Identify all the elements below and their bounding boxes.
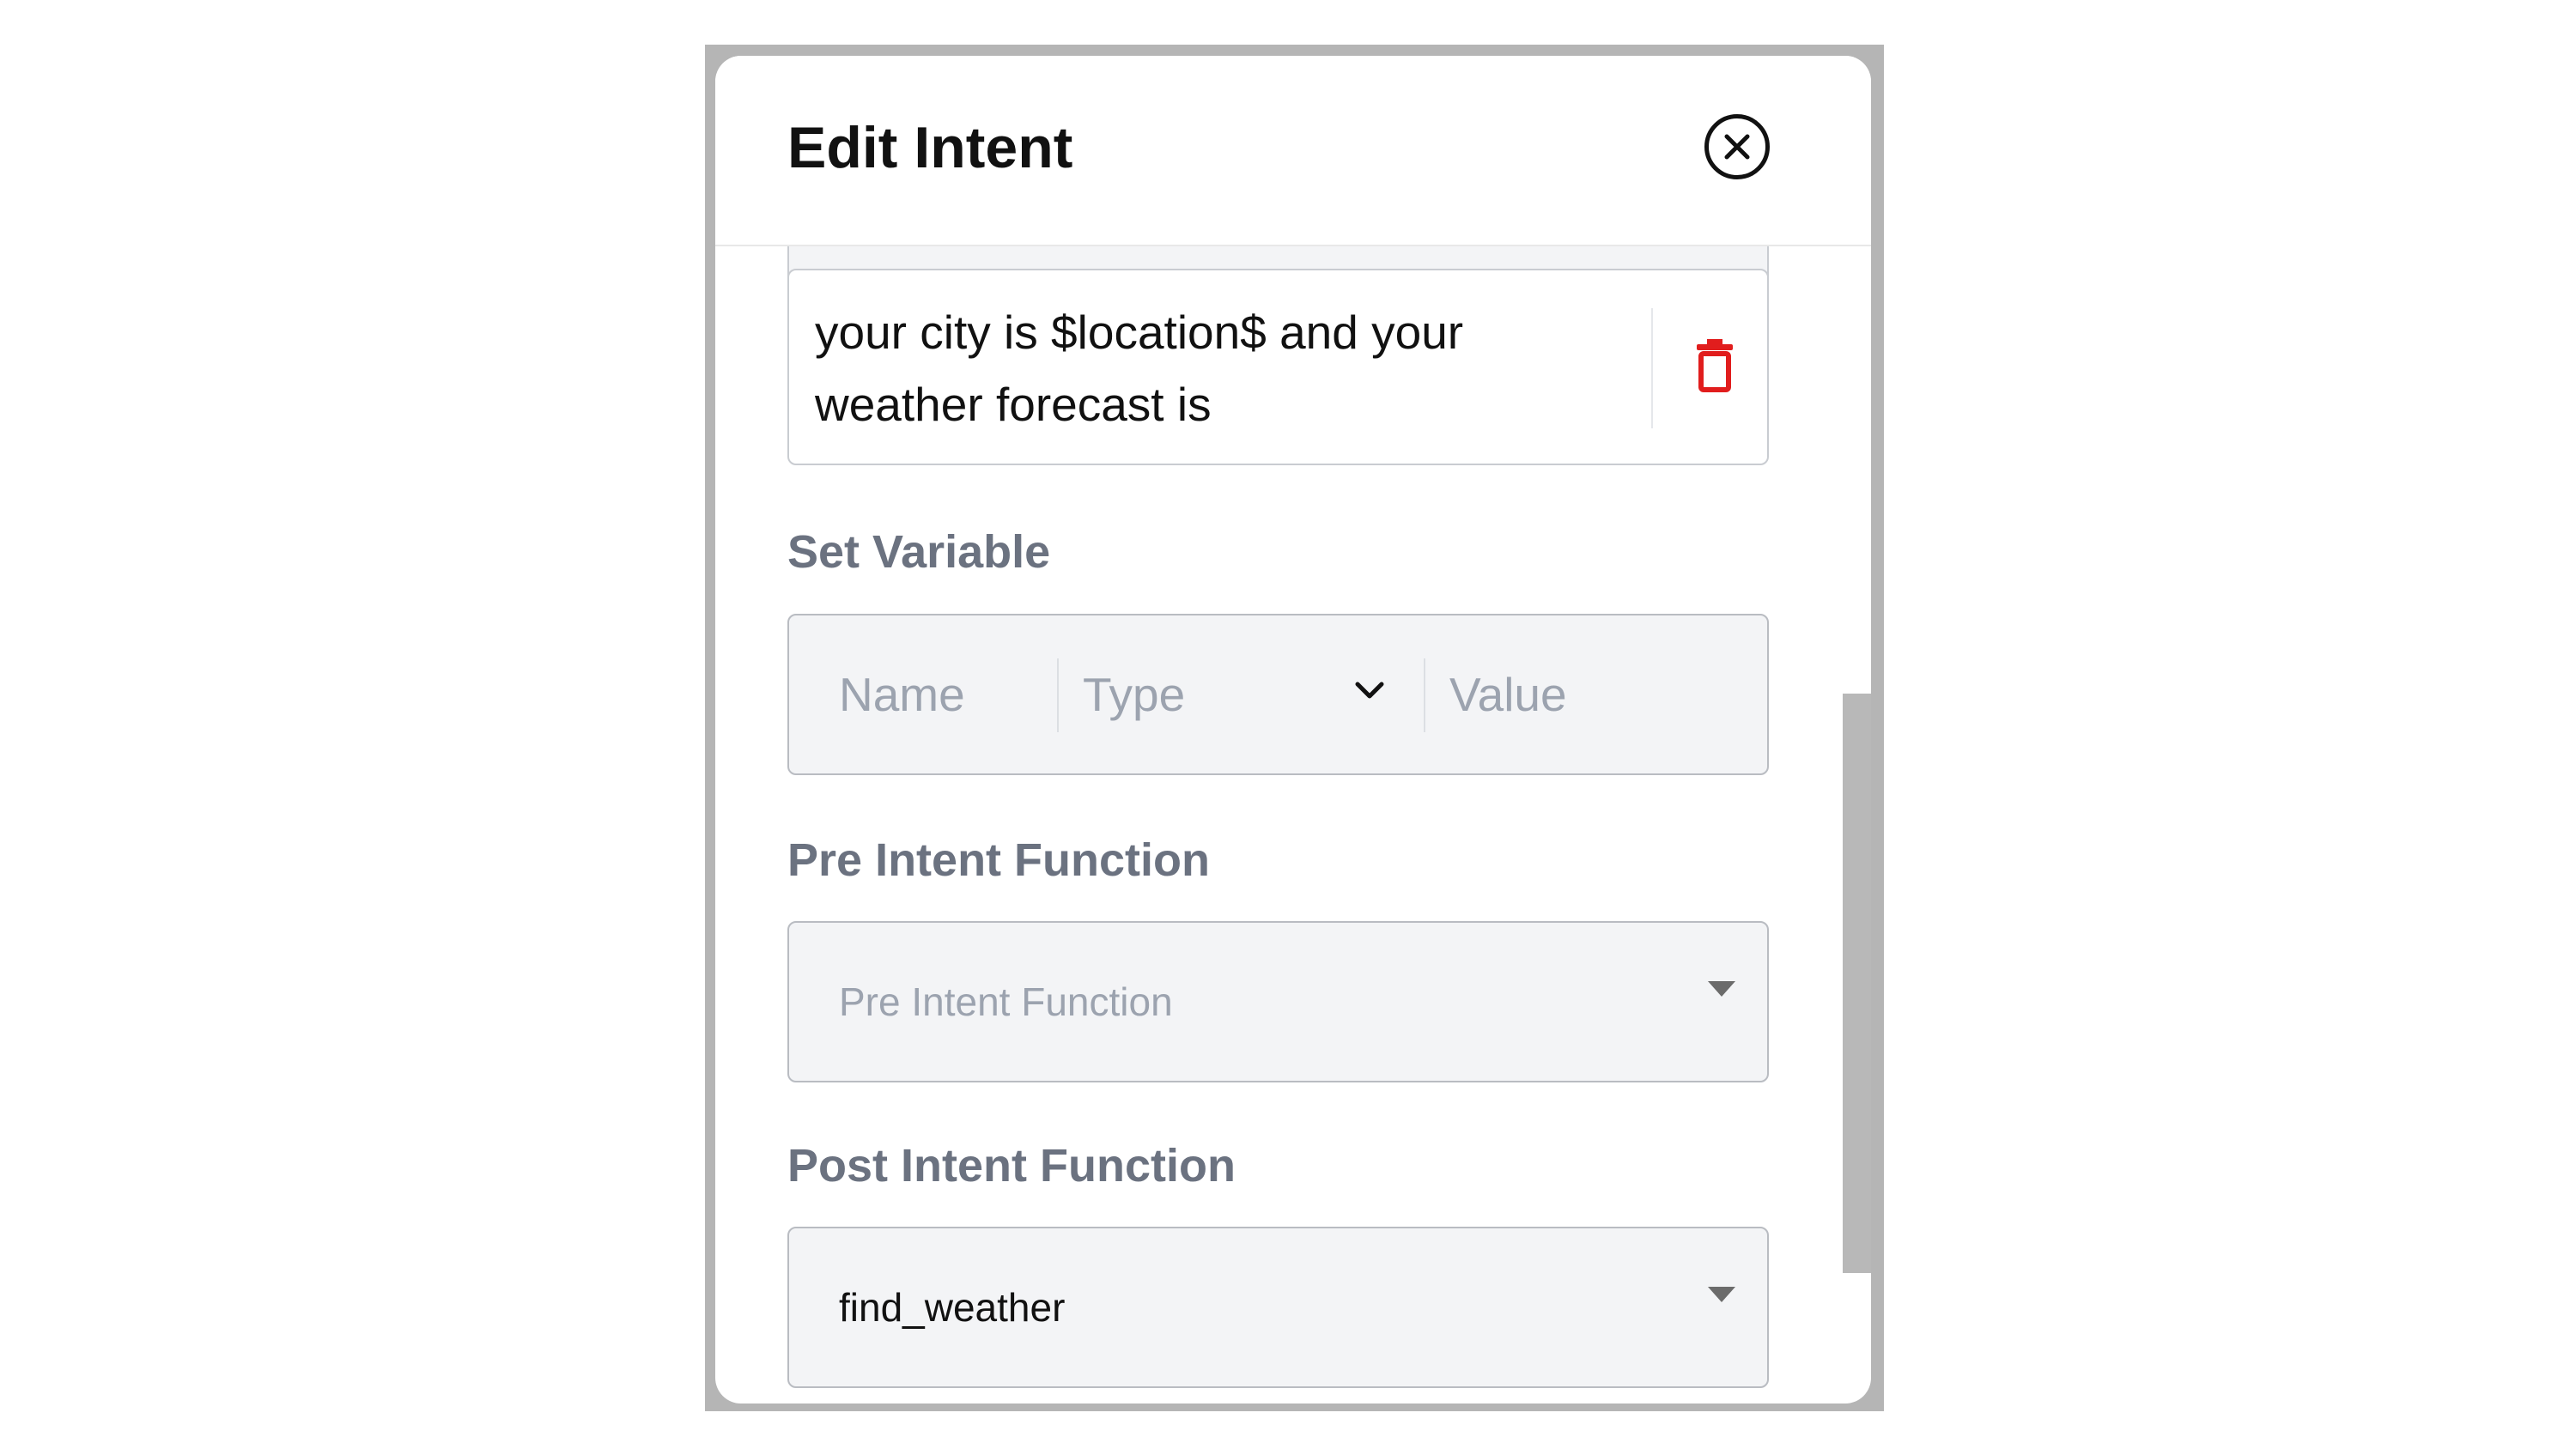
response-text[interactable]: your city is $location$ and your weather… (815, 296, 1622, 440)
close-icon[interactable] (1704, 114, 1770, 179)
pre-intent-select[interactable]: Pre Intent Function (787, 921, 1769, 1082)
variable-type-select[interactable]: Type (1083, 667, 1185, 722)
divider (1424, 658, 1425, 732)
set-variable-group: Name Type Value (787, 614, 1769, 775)
dropdown-arrow-icon (1708, 1287, 1735, 1302)
modal-title: Edit Intent (787, 115, 1073, 180)
chevron-down-icon[interactable] (1354, 681, 1385, 706)
modal-body: your city is $location$ and your weather… (715, 56, 1871, 1404)
variable-name-input[interactable]: Name (839, 667, 965, 722)
divider (1057, 658, 1059, 732)
pre-intent-placeholder: Pre Intent Function (839, 979, 1173, 1024)
post-intent-value: find_weather (839, 1285, 1066, 1330)
pre-intent-label: Pre Intent Function (787, 834, 1210, 886)
post-intent-label: Post Intent Function (787, 1140, 1236, 1191)
divider (1651, 308, 1653, 428)
response-item: your city is $location$ and your weather… (787, 269, 1769, 465)
scrollbar-thumb[interactable] (1843, 694, 1871, 1273)
modal-header: Edit Intent (715, 56, 1871, 246)
edit-intent-modal: your city is $location$ and your weather… (715, 56, 1871, 1404)
variable-value-input[interactable]: Value (1449, 667, 1567, 722)
trash-icon[interactable] (1695, 339, 1735, 397)
dropdown-arrow-icon (1708, 981, 1735, 997)
post-intent-select[interactable]: find_weather (787, 1227, 1769, 1388)
set-variable-label: Set Variable (787, 526, 1051, 578)
